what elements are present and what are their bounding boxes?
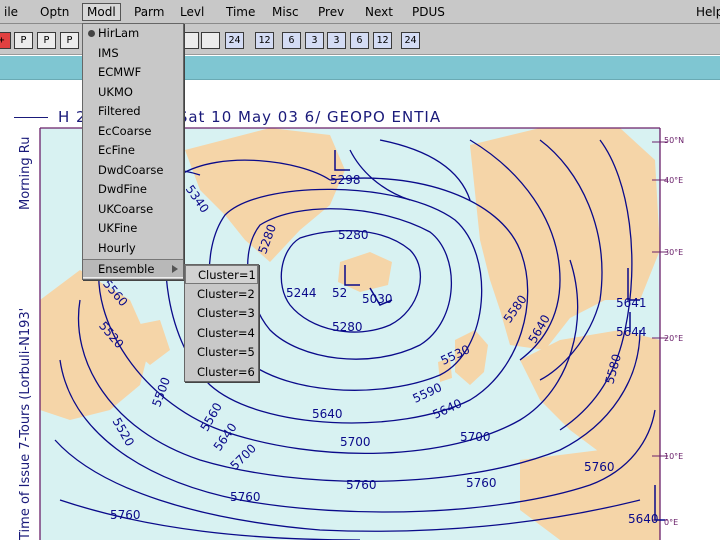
toolbar-fwd-12[interactable]: 12 xyxy=(373,32,392,49)
contour-label: 5298 xyxy=(330,173,361,187)
menu-help[interactable]: Help xyxy=(692,3,720,21)
menu-item-filtered[interactable]: Filtered xyxy=(83,102,183,121)
menu-item-ims[interactable]: IMS xyxy=(83,44,183,63)
chart-side-label-2: Time of Issue 7-Tours (Lorbuli-N193' xyxy=(18,307,33,540)
contour-label: 5640 xyxy=(628,512,659,526)
menu-item-cluster-6[interactable]: Cluster=6 xyxy=(185,363,258,382)
menu-next[interactable]: Next xyxy=(361,3,397,21)
toolbar-btn-3[interactable]: P xyxy=(60,32,79,49)
ensemble-submenu: Cluster=1 Cluster=2 Cluster=3 Cluster=4 … xyxy=(184,264,259,382)
contour-label: 5244 xyxy=(286,286,317,300)
menu-item-cluster-1[interactable]: Cluster=1 xyxy=(185,265,258,284)
contour-label: 5280 xyxy=(338,228,369,242)
menu-item-dwdcoarse[interactable]: DwdCoarse xyxy=(83,161,183,180)
menu-item-eccoarse[interactable]: EcCoarse xyxy=(83,122,183,141)
menu-item-ukcoarse[interactable]: UKCoarse xyxy=(83,200,183,219)
toolbar-back-6[interactable]: 6 xyxy=(282,32,301,49)
contour-label: 5644 xyxy=(616,325,647,339)
contour-label: 5760 xyxy=(466,476,497,490)
menu-pdus[interactable]: PDUS xyxy=(408,3,449,21)
contour-label: 5760 xyxy=(110,508,141,522)
menu-file[interactable]: ile xyxy=(0,3,22,21)
menu-item-label: Ensemble xyxy=(98,262,155,276)
toolbar-back-3[interactable]: 3 xyxy=(305,32,324,49)
menu-item-ecfine[interactable]: EcFine xyxy=(83,141,183,160)
contour-label: 5700 xyxy=(460,430,491,444)
lat-label: 30°E xyxy=(664,248,684,257)
menu-item-hirlam[interactable]: HirLam xyxy=(83,24,183,43)
toolbar-back-24[interactable]: 24 xyxy=(225,32,244,49)
menu-item-ukmo[interactable]: UKMO xyxy=(83,83,183,102)
menu-prev[interactable]: Prev xyxy=(314,3,348,21)
radio-selected-icon xyxy=(88,30,95,37)
menu-item-cluster-3[interactable]: Cluster=3 xyxy=(185,304,258,323)
toolbar-btn-0[interactable]: + xyxy=(0,32,11,49)
chart-side-label: Morning Ru xyxy=(18,136,33,210)
contour-label: 5030 xyxy=(362,292,393,306)
menu-item-cluster-5[interactable]: Cluster=5 xyxy=(185,343,258,362)
menu-levl[interactable]: Levl xyxy=(176,3,208,21)
contour-label: 5760 xyxy=(584,460,615,474)
lat-label: 20°E xyxy=(664,334,684,343)
menu-item-dwdfine[interactable]: DwdFine xyxy=(83,180,183,199)
menu-misc[interactable]: Misc xyxy=(268,3,303,21)
menu-item-ecmwf[interactable]: ECMWF xyxy=(83,63,183,82)
toolbar-fwd-24[interactable]: 24 xyxy=(401,32,420,49)
lat-label: 10°E xyxy=(664,452,684,461)
lat-label: 40°E xyxy=(664,176,684,185)
toolbar-fwd-3[interactable]: 3 xyxy=(327,32,346,49)
contour-label: 5760 xyxy=(230,490,261,504)
menu-item-cluster-2[interactable]: Cluster=2 xyxy=(185,285,258,304)
contour-label: 52 xyxy=(332,286,348,300)
menu-optn[interactable]: Optn xyxy=(36,3,73,21)
toolbar-back-12[interactable]: 12 xyxy=(255,32,274,49)
toolbar-btn-1[interactable]: P xyxy=(14,32,33,49)
contour-label: 5760 xyxy=(346,478,377,492)
contour-label: 5641 xyxy=(616,296,647,310)
lat-label: 0°E xyxy=(664,518,679,527)
menu-item-cluster-4[interactable]: Cluster=4 xyxy=(185,324,258,343)
contour-label: 5700 xyxy=(340,435,371,449)
modl-dropdown-menu: HirLam IMS ECMWF UKMO Filtered EcCoarse … xyxy=(82,23,184,280)
menu-parm[interactable]: Parm xyxy=(130,3,168,21)
menu-item-hourly[interactable]: Hourly xyxy=(83,239,183,258)
grid-icon[interactable] xyxy=(201,32,220,49)
menu-time[interactable]: Time xyxy=(222,3,259,21)
contour-label: 5640 xyxy=(312,407,343,421)
menu-item-ukfine[interactable]: UKFine xyxy=(83,219,183,238)
toolbar-fwd-6[interactable]: 6 xyxy=(350,32,369,49)
menu-item-ensemble[interactable]: Ensemble xyxy=(83,259,183,278)
menubar: ile Optn Modl Parm Levl Time Misc Prev N… xyxy=(0,0,720,24)
toolbar-btn-2[interactable]: P xyxy=(37,32,56,49)
submenu-arrow-icon xyxy=(172,265,178,273)
lat-label: 50°N xyxy=(664,136,685,145)
contour-label: 5280 xyxy=(332,320,363,334)
menu-modl[interactable]: Modl xyxy=(82,3,121,21)
menu-item-label: HirLam xyxy=(98,26,140,40)
